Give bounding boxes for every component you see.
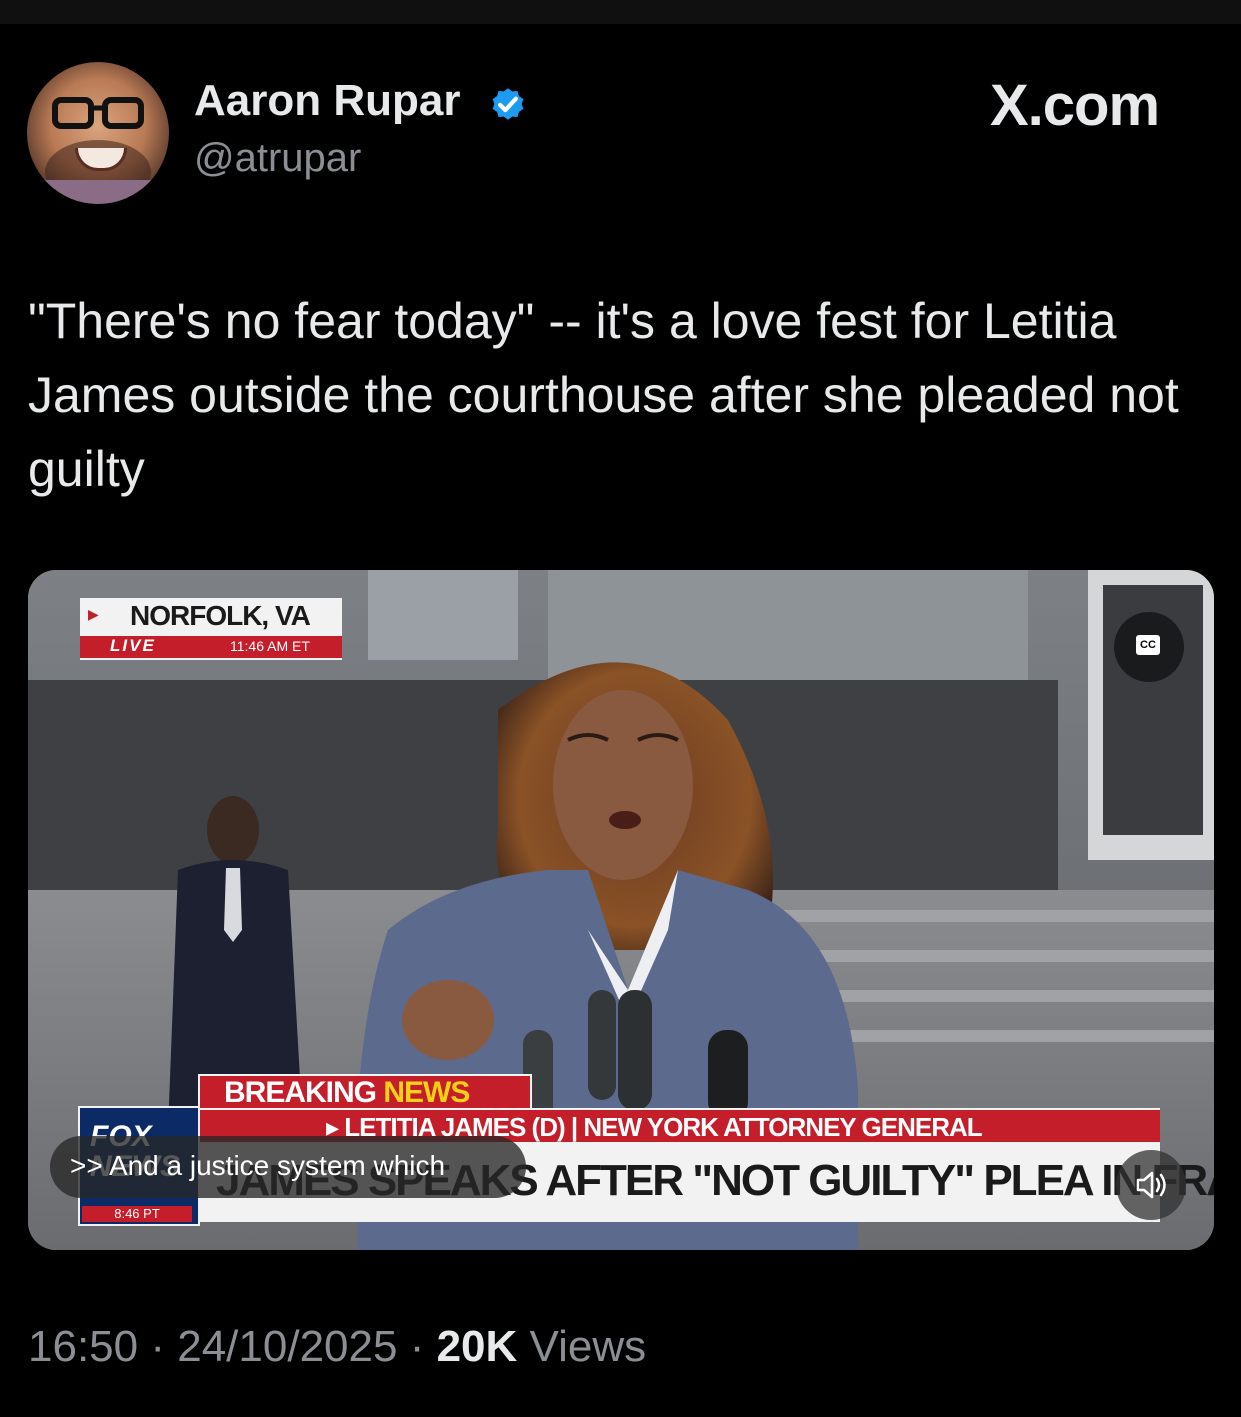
author-handle[interactable]: @atrupar — [194, 136, 361, 181]
tweet-time[interactable]: 16:50 — [28, 1322, 138, 1371]
live-bar: LIVE 11:46 AM ET — [80, 636, 342, 658]
network-time: 8:46 PT — [82, 1206, 192, 1222]
location-banner: ▶ NORFOLK, VA LIVE 11:46 AM ET — [80, 598, 342, 660]
live-label: LIVE — [110, 636, 156, 655]
x-com-watermark: X.com — [990, 73, 1160, 138]
avatar[interactable] — [27, 62, 169, 204]
tweet-date[interactable]: 24/10/2025 — [177, 1322, 397, 1371]
top-bar — [0, 0, 1241, 24]
breaking-news-text: BREAKING NEWS — [224, 1076, 470, 1110]
avatar-shirt — [27, 180, 169, 204]
meta-separator: · — [150, 1322, 165, 1371]
meta-separator: · — [409, 1322, 425, 1371]
speaker-icon — [1136, 1171, 1166, 1199]
views-label: Views — [529, 1322, 647, 1371]
location-text: NORFOLK, VA — [130, 600, 311, 631]
closed-captions-icon: CC — [1136, 635, 1160, 655]
live-time: 11:46 AM ET — [230, 638, 310, 654]
sound-button[interactable] — [1116, 1150, 1186, 1220]
tweet-text: "There's no fear today" -- it's a love f… — [28, 293, 1179, 497]
news-word: NEWS — [383, 1076, 470, 1109]
verified-badge-icon — [492, 88, 524, 120]
author-name[interactable]: Aaron Rupar — [194, 76, 460, 126]
location-arrow-icon: ▶ — [88, 606, 99, 622]
video-player[interactable]: ▶ NORFOLK, VA LIVE 11:46 AM ET CC BREAKI… — [28, 570, 1214, 1250]
breaking-word: BREAKING — [224, 1076, 377, 1109]
caption-text: >> And a justice system which — [70, 1150, 446, 1181]
closed-captions-button[interactable]: CC — [1114, 612, 1184, 682]
tweet-meta: 16:50 · 24/10/2025 · 20K Views — [28, 1322, 646, 1372]
views-count[interactable]: 20K — [437, 1322, 518, 1371]
avatar-glasses — [52, 97, 144, 129]
